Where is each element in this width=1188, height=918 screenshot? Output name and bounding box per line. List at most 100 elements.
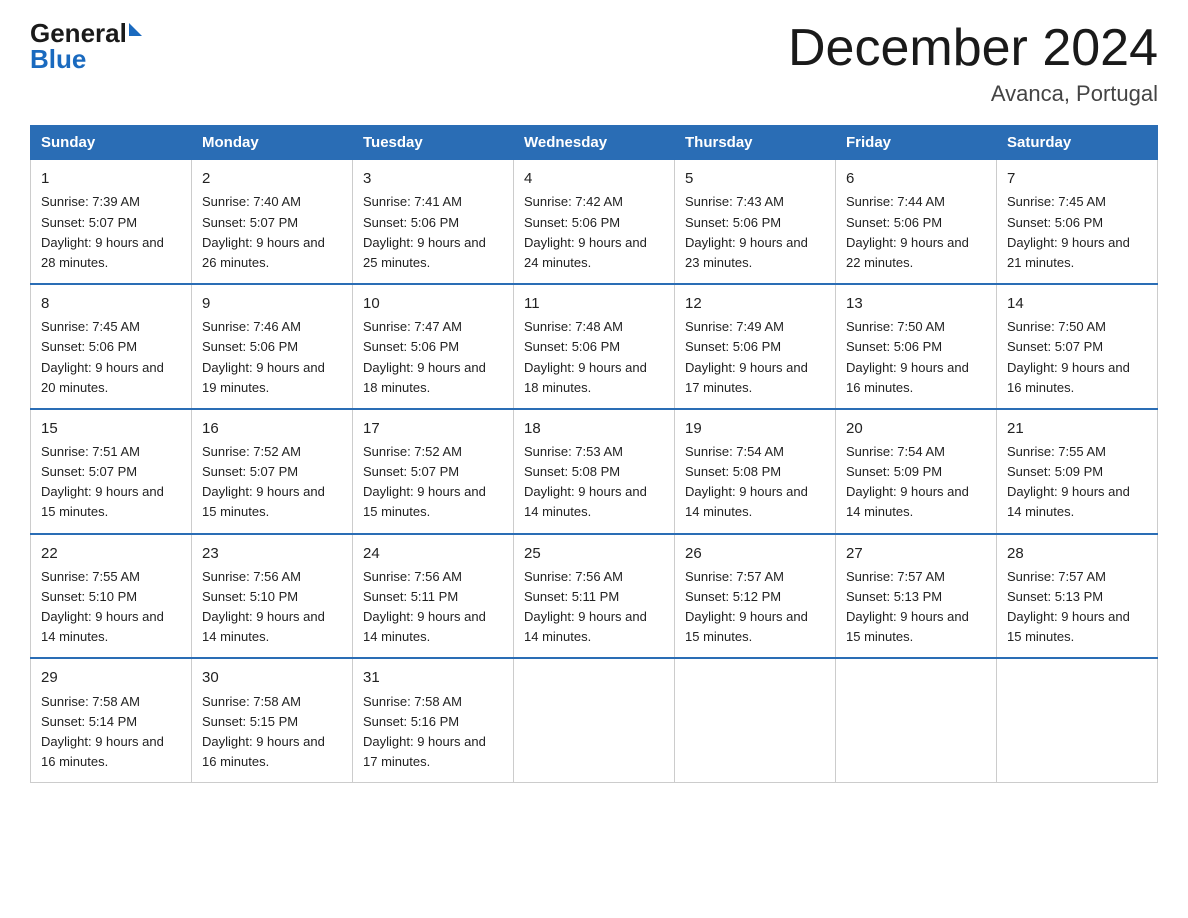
day-number: 15: [41, 417, 181, 440]
calendar-cell: [675, 658, 836, 782]
calendar-cell: 12Sunrise: 7:49 AMSunset: 5:06 PMDayligh…: [675, 284, 836, 409]
calendar-cell: 6Sunrise: 7:44 AMSunset: 5:06 PMDaylight…: [836, 160, 997, 284]
day-info: Sunrise: 7:39 AMSunset: 5:07 PMDaylight:…: [41, 192, 181, 273]
calendar-cell: 2Sunrise: 7:40 AMSunset: 5:07 PMDaylight…: [192, 160, 353, 284]
calendar-week-row: 15Sunrise: 7:51 AMSunset: 5:07 PMDayligh…: [31, 409, 1158, 534]
calendar-week-row: 1Sunrise: 7:39 AMSunset: 5:07 PMDaylight…: [31, 160, 1158, 284]
day-info: Sunrise: 7:57 AMSunset: 5:12 PMDaylight:…: [685, 567, 825, 648]
day-number: 4: [524, 167, 664, 190]
header-friday: Friday: [836, 126, 997, 160]
day-number: 3: [363, 167, 503, 190]
day-info: Sunrise: 7:56 AMSunset: 5:10 PMDaylight:…: [202, 567, 342, 648]
day-info: Sunrise: 7:57 AMSunset: 5:13 PMDaylight:…: [1007, 567, 1147, 648]
calendar-cell: 26Sunrise: 7:57 AMSunset: 5:12 PMDayligh…: [675, 534, 836, 659]
day-number: 28: [1007, 542, 1147, 565]
day-number: 20: [846, 417, 986, 440]
day-info: Sunrise: 7:58 AMSunset: 5:15 PMDaylight:…: [202, 692, 342, 773]
day-number: 1: [41, 167, 181, 190]
calendar-cell: 27Sunrise: 7:57 AMSunset: 5:13 PMDayligh…: [836, 534, 997, 659]
calendar-cell: 1Sunrise: 7:39 AMSunset: 5:07 PMDaylight…: [31, 160, 192, 284]
page-header: General Blue December 2024 Avanca, Portu…: [30, 20, 1158, 107]
day-number: 23: [202, 542, 342, 565]
calendar-cell: 19Sunrise: 7:54 AMSunset: 5:08 PMDayligh…: [675, 409, 836, 534]
day-number: 11: [524, 292, 664, 315]
calendar-cell: 10Sunrise: 7:47 AMSunset: 5:06 PMDayligh…: [353, 284, 514, 409]
day-info: Sunrise: 7:47 AMSunset: 5:06 PMDaylight:…: [363, 317, 503, 398]
calendar-cell: [514, 658, 675, 782]
calendar-week-row: 22Sunrise: 7:55 AMSunset: 5:10 PMDayligh…: [31, 534, 1158, 659]
day-info: Sunrise: 7:45 AMSunset: 5:06 PMDaylight:…: [1007, 192, 1147, 273]
day-number: 18: [524, 417, 664, 440]
day-info: Sunrise: 7:58 AMSunset: 5:14 PMDaylight:…: [41, 692, 181, 773]
day-info: Sunrise: 7:44 AMSunset: 5:06 PMDaylight:…: [846, 192, 986, 273]
day-info: Sunrise: 7:52 AMSunset: 5:07 PMDaylight:…: [363, 442, 503, 523]
title-block: December 2024 Avanca, Portugal: [788, 20, 1158, 107]
day-info: Sunrise: 7:57 AMSunset: 5:13 PMDaylight:…: [846, 567, 986, 648]
logo: General Blue: [30, 20, 142, 72]
calendar-table: SundayMondayTuesdayWednesdayThursdayFrid…: [30, 125, 1158, 783]
day-info: Sunrise: 7:49 AMSunset: 5:06 PMDaylight:…: [685, 317, 825, 398]
day-number: 10: [363, 292, 503, 315]
day-info: Sunrise: 7:45 AMSunset: 5:06 PMDaylight:…: [41, 317, 181, 398]
calendar-cell: 13Sunrise: 7:50 AMSunset: 5:06 PMDayligh…: [836, 284, 997, 409]
calendar-cell: 11Sunrise: 7:48 AMSunset: 5:06 PMDayligh…: [514, 284, 675, 409]
day-info: Sunrise: 7:55 AMSunset: 5:09 PMDaylight:…: [1007, 442, 1147, 523]
day-info: Sunrise: 7:58 AMSunset: 5:16 PMDaylight:…: [363, 692, 503, 773]
calendar-cell: 3Sunrise: 7:41 AMSunset: 5:06 PMDaylight…: [353, 160, 514, 284]
day-number: 30: [202, 666, 342, 689]
day-number: 17: [363, 417, 503, 440]
calendar-cell: 4Sunrise: 7:42 AMSunset: 5:06 PMDaylight…: [514, 160, 675, 284]
day-number: 26: [685, 542, 825, 565]
day-number: 14: [1007, 292, 1147, 315]
day-number: 13: [846, 292, 986, 315]
day-info: Sunrise: 7:54 AMSunset: 5:08 PMDaylight:…: [685, 442, 825, 523]
day-number: 19: [685, 417, 825, 440]
header-saturday: Saturday: [997, 126, 1158, 160]
day-info: Sunrise: 7:48 AMSunset: 5:06 PMDaylight:…: [524, 317, 664, 398]
calendar-cell: 14Sunrise: 7:50 AMSunset: 5:07 PMDayligh…: [997, 284, 1158, 409]
calendar-cell: 21Sunrise: 7:55 AMSunset: 5:09 PMDayligh…: [997, 409, 1158, 534]
calendar-cell: 23Sunrise: 7:56 AMSunset: 5:10 PMDayligh…: [192, 534, 353, 659]
day-info: Sunrise: 7:54 AMSunset: 5:09 PMDaylight:…: [846, 442, 986, 523]
calendar-title: December 2024: [788, 20, 1158, 77]
header-monday: Monday: [192, 126, 353, 160]
calendar-cell: [836, 658, 997, 782]
calendar-cell: 7Sunrise: 7:45 AMSunset: 5:06 PMDaylight…: [997, 160, 1158, 284]
day-number: 22: [41, 542, 181, 565]
calendar-cell: 9Sunrise: 7:46 AMSunset: 5:06 PMDaylight…: [192, 284, 353, 409]
logo-general-text: General: [30, 20, 127, 46]
day-number: 16: [202, 417, 342, 440]
calendar-cell: 17Sunrise: 7:52 AMSunset: 5:07 PMDayligh…: [353, 409, 514, 534]
day-number: 24: [363, 542, 503, 565]
day-number: 7: [1007, 167, 1147, 190]
day-info: Sunrise: 7:51 AMSunset: 5:07 PMDaylight:…: [41, 442, 181, 523]
calendar-cell: 16Sunrise: 7:52 AMSunset: 5:07 PMDayligh…: [192, 409, 353, 534]
calendar-cell: 8Sunrise: 7:45 AMSunset: 5:06 PMDaylight…: [31, 284, 192, 409]
day-number: 2: [202, 167, 342, 190]
calendar-subtitle: Avanca, Portugal: [788, 81, 1158, 107]
day-number: 9: [202, 292, 342, 315]
day-number: 12: [685, 292, 825, 315]
calendar-header-row: SundayMondayTuesdayWednesdayThursdayFrid…: [31, 126, 1158, 160]
day-info: Sunrise: 7:55 AMSunset: 5:10 PMDaylight:…: [41, 567, 181, 648]
day-info: Sunrise: 7:53 AMSunset: 5:08 PMDaylight:…: [524, 442, 664, 523]
day-info: Sunrise: 7:56 AMSunset: 5:11 PMDaylight:…: [524, 567, 664, 648]
calendar-cell: [997, 658, 1158, 782]
day-number: 27: [846, 542, 986, 565]
calendar-cell: 28Sunrise: 7:57 AMSunset: 5:13 PMDayligh…: [997, 534, 1158, 659]
header-thursday: Thursday: [675, 126, 836, 160]
day-number: 21: [1007, 417, 1147, 440]
header-sunday: Sunday: [31, 126, 192, 160]
calendar-cell: 5Sunrise: 7:43 AMSunset: 5:06 PMDaylight…: [675, 160, 836, 284]
logo-triangle-icon: [129, 23, 142, 36]
calendar-cell: 29 Sunrise: 7:58 AMSunset: 5:14 PMDayligh…: [31, 658, 192, 782]
day-number: 6: [846, 167, 986, 190]
day-number: 29: [41, 666, 181, 689]
day-info: Sunrise: 7:46 AMSunset: 5:06 PMDaylight:…: [202, 317, 342, 398]
calendar-cell: 31Sunrise: 7:58 AMSunset: 5:16 PMDayligh…: [353, 658, 514, 782]
calendar-week-row: 29 Sunrise: 7:58 AMSunset: 5:14 PMDayligh…: [31, 658, 1158, 782]
day-number: 25: [524, 542, 664, 565]
calendar-week-row: 8Sunrise: 7:45 AMSunset: 5:06 PMDaylight…: [31, 284, 1158, 409]
day-info: Sunrise: 7:52 AMSunset: 5:07 PMDaylight:…: [202, 442, 342, 523]
day-info: Sunrise: 7:43 AMSunset: 5:06 PMDaylight:…: [685, 192, 825, 273]
